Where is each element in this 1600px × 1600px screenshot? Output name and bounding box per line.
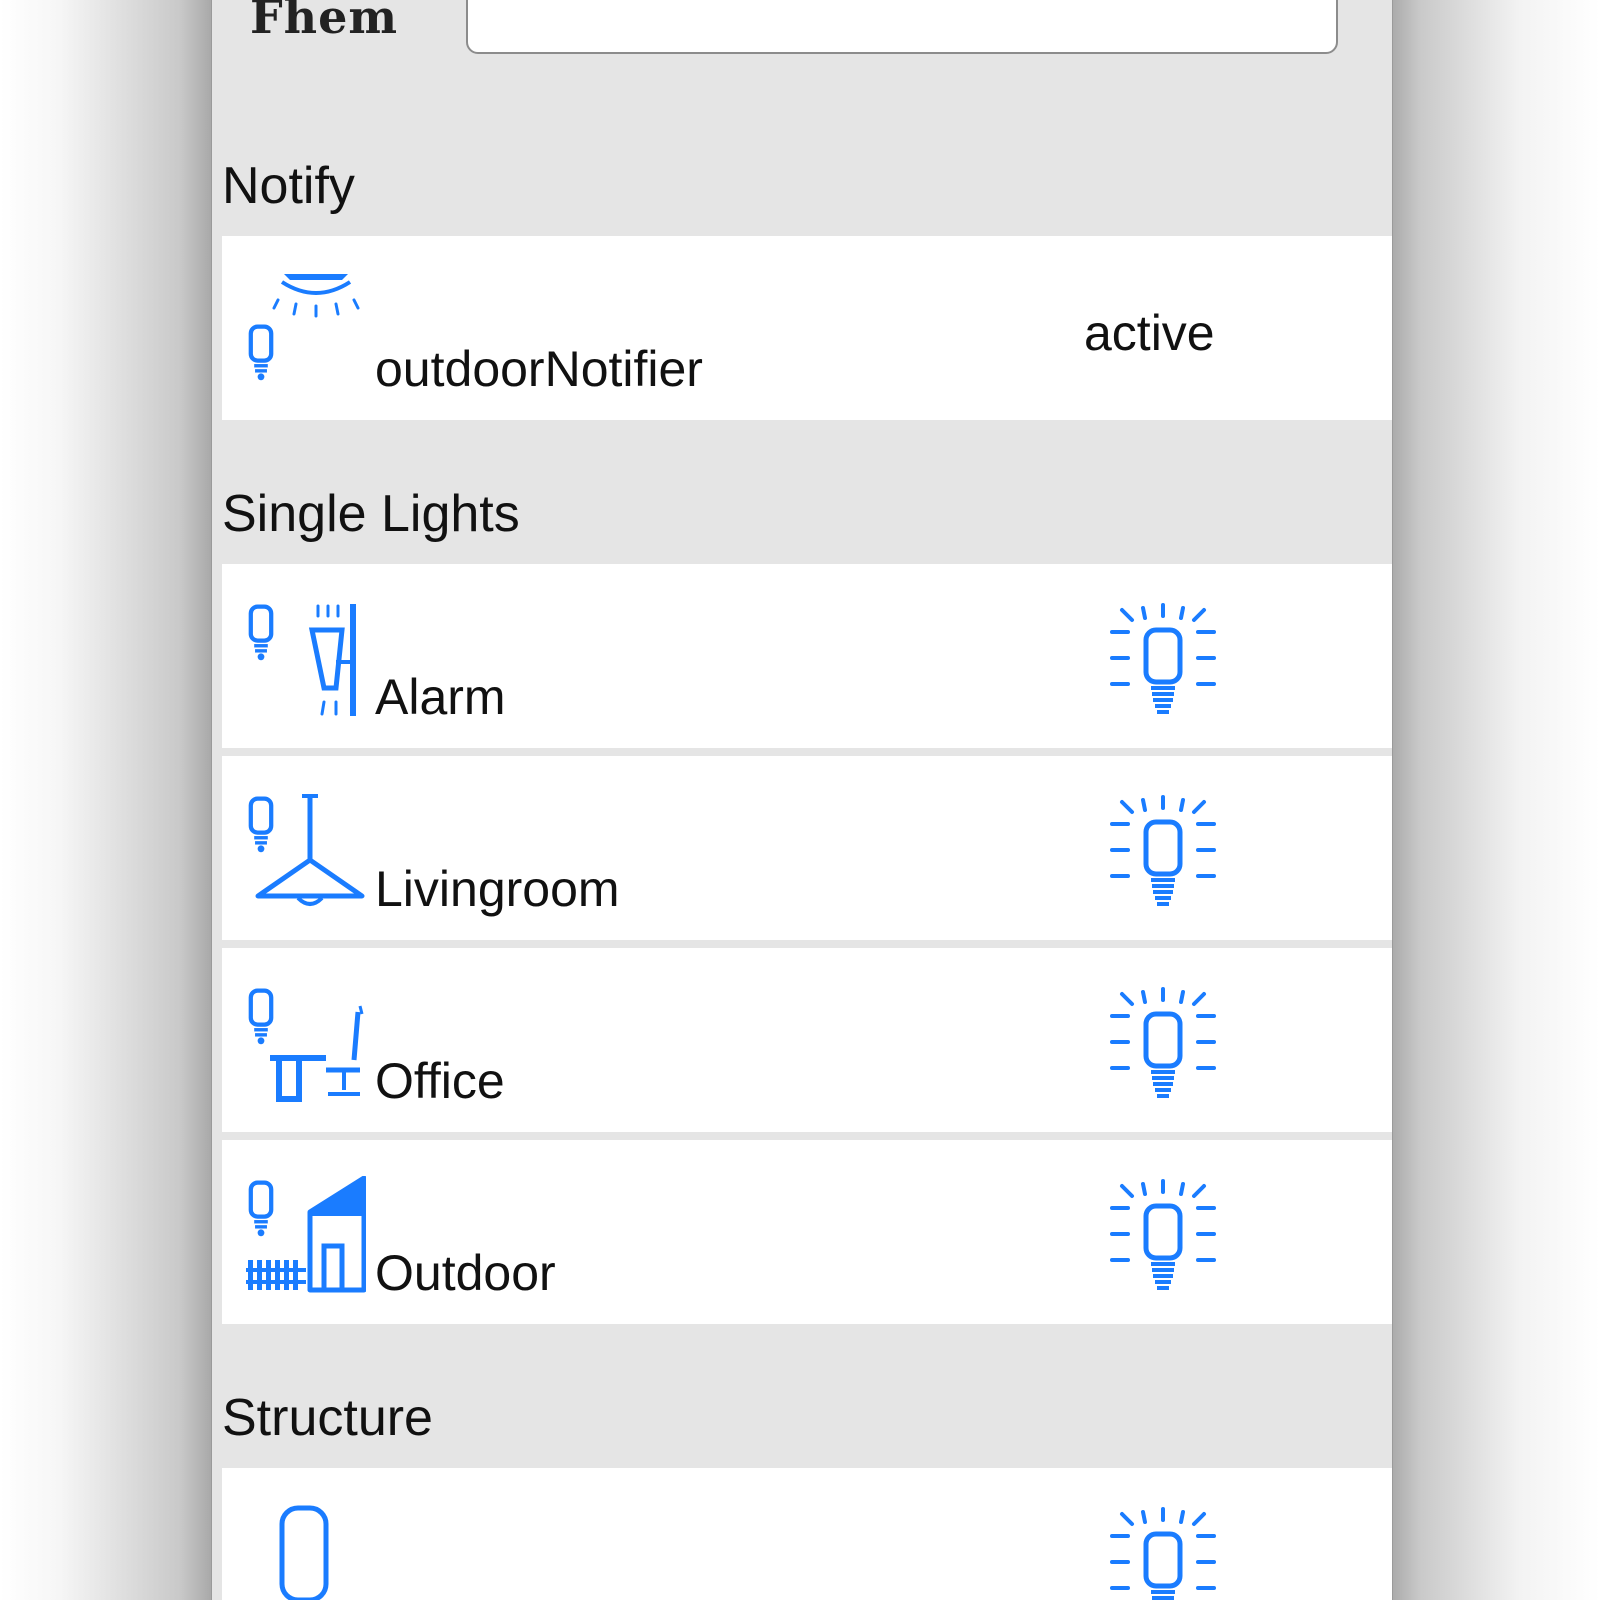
device-row-alarm[interactable]: Alarm: [222, 564, 1392, 748]
section-title-notify: Notify: [222, 157, 355, 215]
light-bulb-on-icon[interactable]: [1108, 1178, 1218, 1298]
fhem-logo[interactable]: Fhem: [250, 0, 410, 50]
logo-text: Fhem: [250, 0, 399, 44]
command-input[interactable]: [466, 0, 1338, 54]
device-row-structure[interactable]: [222, 1468, 1392, 1600]
pendant-lamp-icon: [255, 794, 365, 906]
house-fence-icon: [246, 1176, 366, 1293]
device-row-outdoor[interactable]: Outdoor: [222, 1140, 1392, 1324]
wall-lamp-icon: [308, 604, 356, 716]
desk-chair-icon: [270, 1005, 364, 1102]
device-name[interactable]: Livingroom: [375, 864, 620, 914]
light-bulb-on-icon[interactable]: [1108, 794, 1218, 914]
device-row-office[interactable]: Office: [222, 948, 1392, 1132]
light-bulb-on-icon[interactable]: [1108, 986, 1218, 1106]
device-name[interactable]: Alarm: [375, 672, 506, 722]
device-name[interactable]: Office: [375, 1056, 505, 1106]
device-name[interactable]: outdoorNotifier: [375, 344, 703, 394]
bulb-outline-icon: [279, 1505, 329, 1600]
device-row-livingroom[interactable]: Livingroom: [222, 756, 1392, 940]
device-name[interactable]: Outdoor: [375, 1248, 556, 1298]
small-bulb-icon: [244, 322, 278, 384]
device-row-outdoornotifier[interactable]: outdoorNotifier active: [222, 236, 1392, 420]
ceiling-lamp-icon: [272, 274, 360, 318]
section-title-single-lights: Single Lights: [222, 485, 520, 543]
section-title-structure: Structure: [222, 1389, 433, 1447]
device-state[interactable]: active: [1084, 308, 1215, 358]
small-bulb-icon: [244, 602, 278, 664]
light-bulb-on-icon[interactable]: [1108, 602, 1218, 722]
light-bulb-on-icon[interactable]: [1108, 1506, 1218, 1600]
fhem-panel: Fhem Notify outdoorNotifier active Singl…: [211, 0, 1393, 1600]
